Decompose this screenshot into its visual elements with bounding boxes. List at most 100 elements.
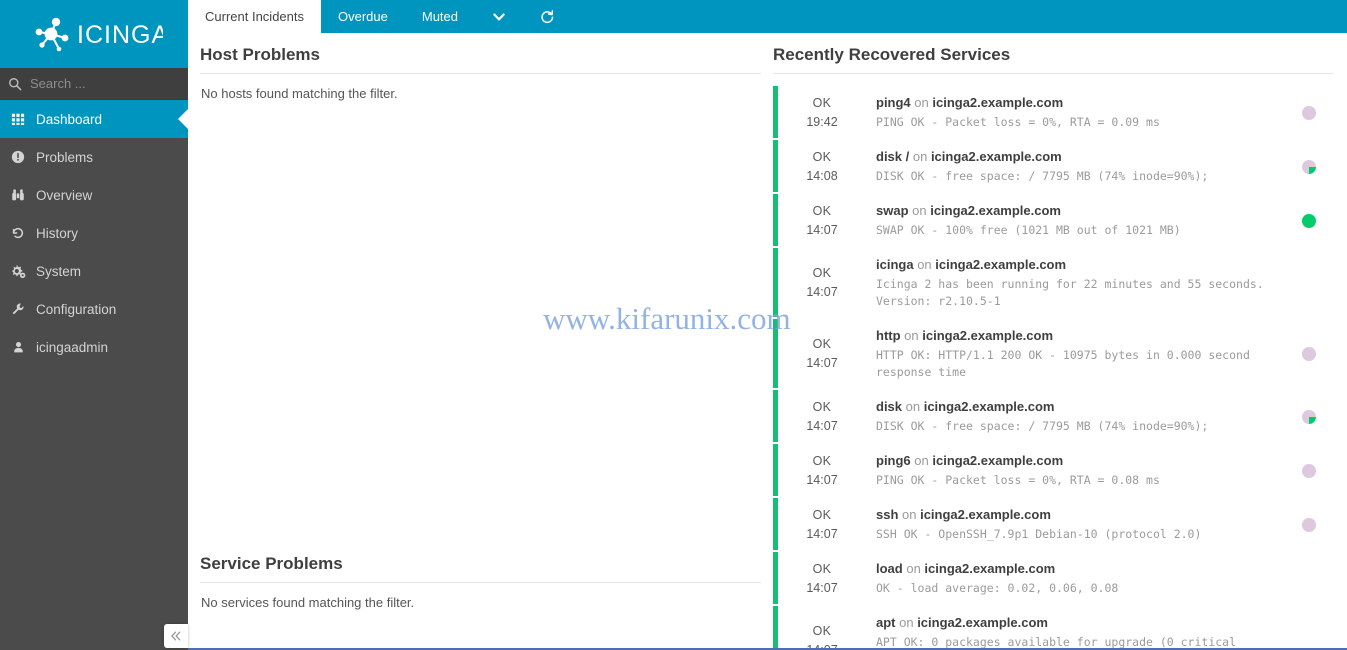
- search-icon: [9, 77, 22, 90]
- recently-recovered-title: Recently Recovered Services: [773, 45, 1333, 74]
- tab-muted[interactable]: Muted: [405, 0, 475, 33]
- service-time-cell: OK 14:07: [778, 194, 844, 247]
- sidebar-collapse-button[interactable]: [164, 624, 188, 648]
- exclamation-circle-icon: [10, 149, 26, 165]
- tab-current-incidents[interactable]: Current Incidents: [188, 0, 321, 33]
- service-indicator-cell: [1285, 444, 1333, 497]
- host-name: icinga2.example.com: [935, 257, 1067, 272]
- service-title[interactable]: disk on icinga2.example.com: [876, 398, 1285, 415]
- sidebar-nav: Dashboard Problems Overview History Syst…: [0, 100, 188, 366]
- service-title[interactable]: http on icinga2.example.com: [876, 327, 1285, 344]
- service-state: OK: [812, 149, 832, 164]
- service-title[interactable]: ping4 on icinga2.example.com: [876, 94, 1285, 111]
- service-state: OK: [812, 561, 832, 576]
- binoculars-icon: [10, 187, 26, 203]
- host-name: icinga2.example.com: [930, 203, 1061, 218]
- sidebar-item-label: History: [36, 225, 79, 241]
- sidebar-item-label: Problems: [36, 149, 94, 165]
- sidebar-item-problems[interactable]: Problems: [0, 138, 188, 176]
- service-state: OK: [812, 507, 832, 522]
- host-name: icinga2.example.com: [923, 399, 1055, 414]
- service-problems-panel: Service Problems No services found match…: [200, 554, 761, 610]
- service-state: OK: [812, 624, 832, 638]
- service-indicator-cell: [1285, 140, 1333, 193]
- service-status-dot: [1302, 517, 1316, 532]
- service-name: ping6: [876, 453, 911, 468]
- refresh-icon: [541, 9, 554, 23]
- service-name: disk /: [876, 149, 910, 164]
- service-output: SWAP OK - 100% free (1021 MB out of 1021…: [876, 223, 1181, 237]
- service-row[interactable]: OK 14:07 ping6 on icinga2.example.com PING …: [773, 444, 1333, 498]
- service-state: OK: [812, 453, 832, 468]
- service-indicator-cell: [1285, 606, 1333, 648]
- service-status-dot: [1302, 105, 1316, 120]
- service-title[interactable]: ssh on icinga2.example.com: [876, 506, 1285, 523]
- brand-logo[interactable]: ICINGA: [0, 0, 188, 68]
- host-name: icinga2.example.com: [920, 507, 1051, 522]
- service-output: HTTP OK: HTTP/1.1 200 OK - 10975 bytes i…: [876, 348, 1250, 379]
- host-name: icinga2.example.com: [930, 149, 1062, 164]
- tab-dropdown-button[interactable]: [475, 0, 523, 33]
- double-chevron-left-icon: [171, 631, 181, 641]
- service-row[interactable]: OK 14:07 ssh on icinga2.example.com SSH OK …: [773, 498, 1333, 552]
- service-indicator-cell: [1285, 319, 1333, 389]
- search-input[interactable]: [30, 76, 180, 91]
- service-state: OK: [812, 95, 832, 110]
- host-name: icinga2.example.com: [932, 95, 1064, 110]
- service-output: DISK OK - free space: / 7795 MB (74% ino…: [876, 169, 1209, 183]
- service-row[interactable]: OK 14:07 apt on icinga2.example.com APT OK:…: [773, 606, 1333, 648]
- service-title[interactable]: apt on icinga2.example.com: [876, 614, 1285, 631]
- service-name: http: [876, 328, 901, 343]
- chevron-down-icon: [493, 13, 505, 20]
- search-bar[interactable]: [0, 68, 188, 100]
- service-timestamp: 14:07: [806, 356, 838, 370]
- right-column: Recently Recovered Services OK 19:42 ping4…: [773, 33, 1347, 648]
- wrench-icon: [10, 301, 26, 317]
- service-timestamp: 14:07: [806, 580, 838, 595]
- host-name: icinga2.example.com: [917, 615, 1048, 630]
- service-body: ssh on icinga2.example.com SSH OK - OpenS…: [844, 498, 1285, 551]
- service-time-cell: OK 14:07: [778, 444, 844, 497]
- sidebar-item-overview[interactable]: Overview: [0, 176, 188, 214]
- service-title[interactable]: load on icinga2.example.com: [876, 560, 1285, 577]
- sidebar-item-system[interactable]: System: [0, 252, 188, 290]
- service-timestamp: 14:07: [806, 472, 838, 487]
- service-row[interactable]: OK 14:07 swap on icinga2.example.com SWAP O…: [773, 194, 1333, 248]
- history-icon: [10, 225, 26, 241]
- refresh-button[interactable]: [523, 0, 571, 33]
- service-timestamp: 14:08: [806, 168, 838, 183]
- sidebar-item-label: Overview: [36, 187, 93, 203]
- service-timestamp: 14:07: [806, 285, 838, 299]
- sidebar-item-icingaadmin[interactable]: icingaadmin: [0, 328, 188, 366]
- service-time-cell: OK 14:07: [778, 319, 844, 389]
- tab-overdue[interactable]: Overdue: [321, 0, 405, 33]
- service-state: OK: [812, 399, 832, 414]
- service-row[interactable]: OK 19:42 ping4 on icinga2.example.com PING …: [773, 86, 1333, 140]
- service-timestamp: 14:07: [806, 222, 838, 237]
- service-time-cell: OK 14:07: [778, 498, 844, 551]
- service-name: ping4: [876, 95, 911, 110]
- sidebar-item-label: System: [36, 263, 82, 279]
- service-indicator-cell: [1285, 248, 1333, 318]
- sidebar-item-history[interactable]: History: [0, 214, 188, 252]
- service-title[interactable]: disk / on icinga2.example.com: [876, 148, 1285, 165]
- service-name: icinga: [876, 257, 914, 272]
- service-indicator-cell: [1285, 552, 1333, 605]
- service-output: PING OK - Packet loss = 0%, RTA = 0.08 m…: [876, 473, 1160, 487]
- service-row[interactable]: OK 14:07 icinga on icinga2.example.com Icin…: [773, 248, 1333, 319]
- service-title[interactable]: swap on icinga2.example.com: [876, 202, 1285, 219]
- service-row[interactable]: OK 14:07 http on icinga2.example.com HTTP O…: [773, 319, 1333, 390]
- service-row[interactable]: OK 14:07 load on icinga2.example.com OK - l…: [773, 552, 1333, 606]
- sidebar-item-dashboard[interactable]: Dashboard: [0, 100, 188, 138]
- service-time-cell: OK 19:42: [778, 86, 844, 139]
- service-indicator-cell: [1285, 194, 1333, 247]
- host-problems-title: Host Problems: [200, 45, 761, 74]
- service-output: DISK OK - free space: / 7795 MB (74% ino…: [876, 419, 1209, 433]
- service-title[interactable]: ping6 on icinga2.example.com: [876, 452, 1285, 469]
- service-timestamp: 14:07: [806, 641, 837, 648]
- service-row[interactable]: OK 14:08 disk / on icinga2.example.com DISK…: [773, 140, 1333, 194]
- main-content: Current Incidents Overdue Muted Host Pro…: [188, 0, 1347, 650]
- sidebar-item-configuration[interactable]: Configuration: [0, 290, 188, 328]
- service-row[interactable]: OK 14:07 disk on icinga2.example.com DISK O…: [773, 390, 1333, 444]
- service-title[interactable]: icinga on icinga2.example.com: [876, 256, 1285, 273]
